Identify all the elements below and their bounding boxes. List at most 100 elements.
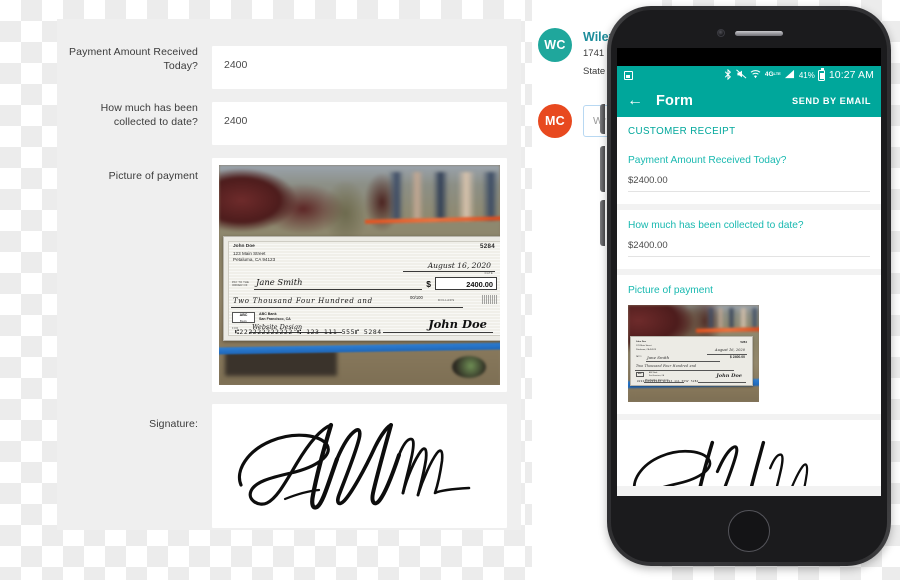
- mobile-card-signature[interactable]: [617, 420, 881, 486]
- field-value-signature[interactable]: [212, 404, 507, 528]
- mobile-question-picture-of-payment: Picture of payment: [628, 285, 713, 296]
- field-label-payment-amount: Payment Amount Received Today?: [69, 46, 198, 72]
- mini-check-drawer-name: John Doe: [636, 341, 646, 343]
- battery-icon: [818, 68, 826, 81]
- mobile-answer-payment-amount: $2400.00: [628, 175, 870, 192]
- check-date: August 16, 2020: [427, 261, 491, 270]
- mini-bank-logo-icon: ABC: [636, 372, 645, 377]
- mini-check-street: 123 Main Street: [636, 345, 652, 347]
- payment-photo: John Doe 123 Main Street Petaluma, CA 94…: [219, 165, 500, 385]
- mini-check-amount-words: Two Thousand Four Hundred and: [636, 364, 697, 368]
- earpiece-speaker-icon: [735, 31, 783, 36]
- field-value-picture-of-payment[interactable]: John Doe 123 Main Street Petaluma, CA 94…: [212, 158, 507, 392]
- app-bar-title: Form: [656, 93, 694, 109]
- phone-mute-switch[interactable]: [600, 104, 605, 134]
- field-input-collected-to-date[interactable]: 2400: [212, 102, 507, 145]
- status-bar-clock: 10:27 AM: [828, 69, 874, 82]
- photo-people: [387, 171, 500, 220]
- mini-check-micr: ⑆222222222222 ⑆ 123 111 555⑈ 5284: [637, 380, 699, 384]
- screen-top-black-band: [617, 48, 881, 66]
- field-label-signature: Signature:: [149, 418, 198, 430]
- mobile-answer-collected-to-date: $2400.00: [628, 240, 870, 257]
- mini-check-payee: Jane Smith: [647, 355, 670, 360]
- phone-volume-up-button[interactable]: [600, 146, 605, 192]
- signal-glyph: [785, 70, 795, 79]
- bluetooth-icon: [724, 68, 732, 82]
- phone-device: 4GLTE 41% 10:27 AM ← Form SEND BY EMAIL: [607, 6, 891, 566]
- mini-check-number: 5284: [740, 340, 747, 344]
- check-dollar-sign: $: [426, 279, 431, 289]
- chat-contact-row[interactable]: WC Wiley 1741 State: [538, 28, 616, 79]
- check-words-rule: [231, 307, 463, 308]
- status-bar-right: 4G LTE 41% 10:27 AM: [724, 68, 874, 82]
- network-type-icon: 4G LTE: [765, 72, 781, 79]
- check-pay-to-order-label: PAY TO THE ORDER OF: [232, 280, 250, 288]
- phone-volume-down-button[interactable]: [600, 200, 605, 246]
- back-arrow-icon[interactable]: ←: [627, 93, 643, 109]
- phone-screen: 4GLTE 41% 10:27 AM ← Form SEND BY EMAIL: [617, 48, 881, 496]
- check-date-label: DATE: [484, 272, 493, 275]
- signature-icon: [237, 422, 470, 510]
- wifi-glyph: [751, 70, 761, 79]
- send-by-email-button[interactable]: SEND BY EMAIL: [792, 96, 871, 106]
- mobile-question-payment-amount: Payment Amount Received Today?: [628, 155, 787, 166]
- android-status-bar: 4G LTE 41% 10:27 AM: [617, 66, 881, 85]
- bank-logo-text: ABC: [239, 313, 248, 317]
- wifi-icon: [750, 69, 761, 81]
- bank-logo-subtext: Bank: [239, 319, 248, 323]
- form-row-payment-amount: Payment Amount Received Today? 2400: [57, 46, 521, 89]
- vibrate-mute-icon: [736, 69, 747, 81]
- check-drawer-name: John Doe: [233, 244, 255, 249]
- status-bar-left: [624, 71, 633, 80]
- check-number: 5284: [480, 243, 495, 250]
- network-type-label: 4G: [764, 71, 774, 79]
- mobile-form-scroll[interactable]: CUSTOMER RECEIPT Payment Amount Received…: [617, 117, 881, 496]
- home-button[interactable]: [728, 510, 770, 552]
- phone-body: 4GLTE 41% 10:27 AM ← Form SEND BY EMAIL: [611, 10, 887, 562]
- mobile-question-collected-to-date: How much has been collected to date?: [628, 220, 804, 231]
- phone-top-bezel: [611, 10, 887, 52]
- mobile-card-picture-of-payment[interactable]: Picture of payment John Doe 123 Main Str…: [617, 275, 881, 414]
- mini-check-city: Petaluma, CA 94123: [636, 349, 657, 351]
- check-amount-numeric: 2400.00: [466, 280, 493, 289]
- check-payee-rule: [254, 289, 422, 290]
- signal-bars-icon: [784, 69, 795, 81]
- mini-check-bank: ABC Bank San Francisco, CA: [649, 372, 664, 377]
- section-title-customer-receipt: CUSTOMER RECEIPT: [617, 117, 881, 145]
- field-label-picture-of-payment: Picture of payment: [108, 170, 198, 182]
- mini-check-signature: John Doe: [716, 373, 742, 379]
- check-signature-rule: [383, 332, 493, 333]
- mobile-card-payment-amount[interactable]: Payment Amount Received Today? $2400.00: [617, 145, 881, 204]
- field-value-payment-amount: 2400: [224, 59, 248, 71]
- form-row-signature: Signature:: [57, 404, 521, 528]
- form-row-collected-to-date: How much has been collected to date? 240…: [57, 102, 521, 145]
- check-security-seal-icon: [482, 295, 498, 304]
- mobile-card-collected-to-date[interactable]: How much has been collected to date? $24…: [617, 210, 881, 269]
- check-date-rule: [403, 271, 495, 272]
- mini-check-date: August 16, 2020: [715, 348, 745, 352]
- check-bank-info: ABC Bank San Francisco, CA: [259, 312, 291, 322]
- field-value-collected-to-date: 2400: [224, 115, 248, 127]
- check-fraction: 00/100: [410, 295, 423, 300]
- field-input-payment-amount[interactable]: 2400: [212, 46, 507, 89]
- bluetooth-glyph: [725, 68, 732, 81]
- mini-check-payee-rule: [646, 361, 720, 362]
- signature-canvas: [212, 404, 507, 528]
- battery-percent-label: 41%: [798, 70, 815, 80]
- mini-check-amount: $ 2400.00: [729, 355, 745, 359]
- mobile-photo-people: [706, 307, 759, 330]
- network-type-sub: LTE: [773, 71, 781, 77]
- mini-check-words-rule: [635, 370, 734, 371]
- mute-glyph: [736, 69, 747, 79]
- avatar-wc: WC: [538, 28, 572, 62]
- check-micr-line: ⑆222222222222 ⑆ 123 111 555⑈ 5284: [235, 328, 382, 336]
- bank-logo-icon: ABC Bank: [232, 312, 255, 323]
- mobile-payment-photo[interactable]: John Doe 123 Main Street Petaluma, CA 94…: [628, 305, 759, 402]
- check-image: John Doe 123 Main Street Petaluma, CA 94…: [223, 236, 500, 341]
- front-camera-icon: [717, 29, 725, 37]
- mini-check-signature-rule: [698, 382, 746, 383]
- check-amount-words: Two Thousand Four Hundred and: [233, 297, 373, 305]
- check-signature: John Doe: [428, 317, 487, 331]
- check-payee: Jane Smith: [256, 277, 303, 287]
- mobile-signature-icon: [633, 440, 809, 486]
